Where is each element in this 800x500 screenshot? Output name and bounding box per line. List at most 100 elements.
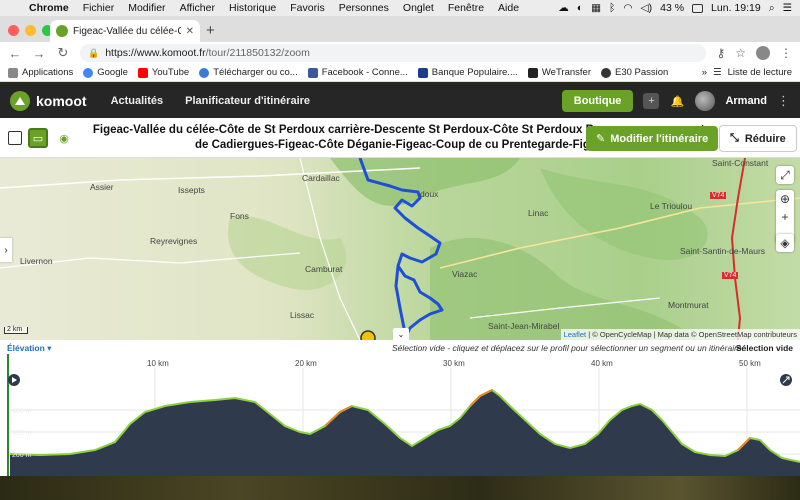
- nav-actualites[interactable]: Actualités: [111, 95, 164, 107]
- avatar[interactable]: [695, 91, 716, 111]
- close-tab-icon[interactable]: ✕: [186, 26, 194, 37]
- bookmark-telecharger[interactable]: Télécharger ou co...: [199, 67, 298, 78]
- nav-planificateur[interactable]: Planificateur d'itinéraire: [185, 95, 310, 107]
- user-name[interactable]: Armand: [725, 95, 767, 107]
- modify-route-button[interactable]: ✎ Modifier l'itinéraire: [586, 126, 719, 151]
- url-input[interactable]: 🔒 https://www.komoot.fr/tour/211850132/z…: [80, 44, 707, 62]
- more-menu-icon[interactable]: ⋮: [780, 46, 792, 60]
- status-area: ☁ ◐ ▦ ᛒ ◠ ◁) 43 % Lun. 19:19 ⌕ ☰: [558, 2, 800, 15]
- plus-icon[interactable]: +: [643, 93, 660, 109]
- status-icon-a[interactable]: ☁: [558, 2, 569, 14]
- wifi-icon[interactable]: ◠: [623, 2, 632, 14]
- menu-fenetre[interactable]: Fenêtre: [441, 2, 491, 14]
- zoom-in-button[interactable]: +: [776, 208, 794, 226]
- bluetooth-icon[interactable]: ᛒ: [609, 2, 615, 14]
- distance-tick: 20 km: [295, 359, 317, 368]
- bmw-icon: [601, 67, 611, 78]
- minimize-window-button[interactable]: [25, 25, 36, 36]
- fullscreen-control[interactable]: ⤢: [776, 166, 794, 184]
- menu-fichier[interactable]: Fichier: [76, 2, 122, 14]
- leaflet-link[interactable]: Leaflet: [564, 330, 587, 339]
- menu-aide[interactable]: Aide: [491, 2, 526, 14]
- new-tab-button[interactable]: +: [206, 22, 215, 39]
- komoot-logo[interactable]: komoot: [10, 91, 87, 111]
- map-area[interactable]: Assier Cardaillac Issepts Fons Reyrevign…: [0, 158, 800, 340]
- layers-control[interactable]: ◈: [776, 234, 794, 252]
- reload-button[interactable]: ↻: [56, 45, 70, 61]
- browser-tab[interactable]: Figeac-Vallée du célée-Côte de S ✕: [50, 20, 200, 42]
- bookmark-google[interactable]: Google: [83, 67, 128, 78]
- map-view-icon[interactable]: ▭: [28, 128, 48, 148]
- menu-modifier[interactable]: Modifier: [121, 2, 172, 14]
- status-icon-c[interactable]: ▦: [591, 2, 601, 14]
- bookmark-applications[interactable]: Applications: [8, 67, 73, 78]
- expand-sidebar-button[interactable]: ›: [0, 238, 12, 262]
- elevation-chart[interactable]: 10 km 20 km 30 km 40 km 50 km 400 m 300 …: [0, 354, 800, 476]
- back-button[interactable]: ←: [8, 46, 22, 61]
- compass-icon[interactable]: ⊕: [776, 190, 794, 208]
- map-attribution: Leaflet | © OpenCycleMap | Map data © Op…: [560, 329, 800, 340]
- start-marker-icon[interactable]: [360, 330, 376, 340]
- distance-tick: 10 km: [147, 359, 169, 368]
- place-label: Saint-Constant: [712, 158, 769, 168]
- clock[interactable]: Lun. 19:19: [711, 2, 761, 14]
- battery-percent[interactable]: 43 %: [660, 2, 684, 14]
- bookmark-wetransfer[interactable]: WeTransfer: [527, 67, 591, 78]
- forward-button[interactable]: →: [32, 46, 46, 61]
- menu-app[interactable]: Chrome: [22, 2, 76, 14]
- fullscreen-icon[interactable]: ⤢: [776, 166, 794, 184]
- key-icon[interactable]: ⚷: [716, 46, 725, 60]
- tab-strip: Figeac-Vallée du célée-Côte de S ✕ +: [0, 16, 800, 42]
- menu-afficher[interactable]: Afficher: [173, 2, 222, 14]
- apps-grid-icon: [8, 67, 18, 78]
- bookmark-banque[interactable]: Banque Populaire....: [417, 67, 518, 78]
- elevation-dropdown[interactable]: Élévation ▾: [7, 343, 51, 354]
- distance-tick: 30 km: [443, 359, 465, 368]
- place-label: Saint-Jean-Mirabel: [488, 321, 560, 331]
- place-label: Livernon: [20, 256, 53, 266]
- distance-tick: 40 km: [591, 359, 613, 368]
- bookmark-label: Applications: [22, 67, 74, 78]
- google-icon: [83, 67, 94, 78]
- status-icon-b[interactable]: ◐: [577, 2, 583, 14]
- menu-dots-icon[interactable]: ⋮: [777, 93, 790, 109]
- bookmark-facebook[interactable]: Facebook - Conne...: [307, 67, 408, 78]
- more-bookmarks-icon[interactable]: »: [702, 67, 707, 78]
- battery-icon[interactable]: [692, 3, 704, 13]
- place-label: Fons: [230, 211, 249, 221]
- menu-onglet[interactable]: Onglet: [396, 2, 441, 14]
- lock-icon[interactable]: 🔒: [88, 48, 99, 59]
- altitude-tick: 400 m: [12, 408, 32, 415]
- search-icon[interactable]: ⌕: [769, 2, 775, 15]
- youtube-icon: [137, 67, 148, 78]
- place-label: Montmurat: [668, 300, 709, 310]
- desktop-background: [0, 476, 800, 500]
- place-label: doux: [420, 189, 439, 199]
- layers-icon[interactable]: ◈: [776, 234, 794, 252]
- menu-favoris[interactable]: Favoris: [283, 2, 331, 14]
- bookmark-star-icon[interactable]: ☆: [735, 46, 746, 60]
- komoot-wordmark: komoot: [36, 93, 87, 109]
- sidebar-toggle-icon[interactable]: [8, 131, 22, 145]
- elevation-profile-fill: [10, 390, 800, 476]
- modify-route-label: Modifier l'itinéraire: [610, 132, 709, 145]
- window-controls: [8, 25, 53, 36]
- reduce-button[interactable]: ⤡ Réduire: [719, 125, 797, 152]
- collapse-icon: ⤡: [730, 132, 739, 144]
- collapse-map-button[interactable]: ⌄: [393, 328, 409, 340]
- bookmark-youtube[interactable]: YouTube: [137, 67, 189, 78]
- boutique-button[interactable]: Boutique: [561, 90, 634, 112]
- profile-icon[interactable]: [756, 46, 770, 60]
- bookmark-e30[interactable]: E30 Passion: [601, 67, 668, 78]
- menu-historique[interactable]: Historique: [222, 2, 283, 14]
- volume-icon[interactable]: ◁): [641, 2, 653, 14]
- eye-icon[interactable]: ◉: [54, 128, 74, 148]
- bell-icon[interactable]: 🔔: [669, 93, 685, 109]
- menu-personnes[interactable]: Personnes: [332, 2, 396, 14]
- bookmark-label: E30 Passion: [615, 67, 669, 78]
- close-window-button[interactable]: [8, 25, 19, 36]
- selection-status: Sélection vide: [735, 343, 793, 353]
- place-label: Viazac: [452, 269, 478, 279]
- control-center-icon[interactable]: ☰: [783, 2, 792, 14]
- reading-list[interactable]: Liste de lecture: [728, 67, 792, 78]
